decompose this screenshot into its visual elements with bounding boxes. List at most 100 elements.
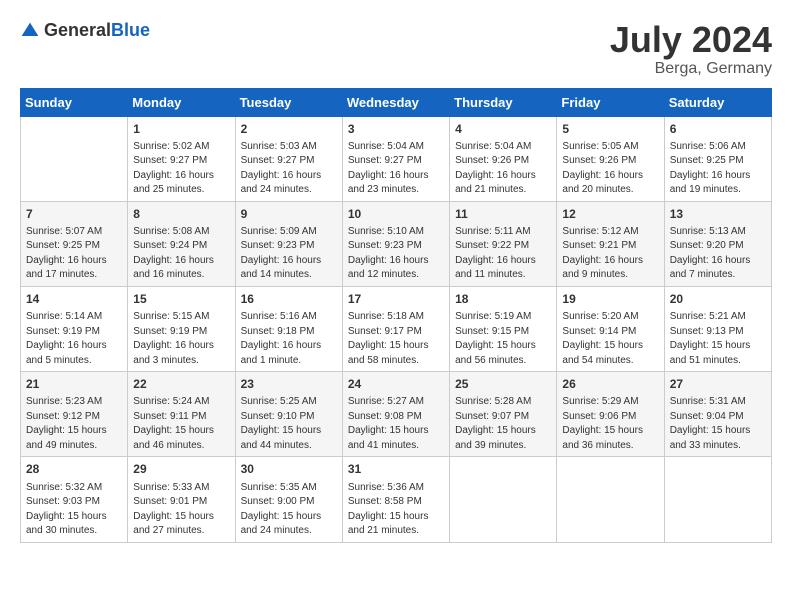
location-subtitle: Berga, Germany — [610, 60, 772, 78]
day-number: 19 — [562, 291, 658, 307]
day-number: 10 — [348, 206, 444, 222]
day-info: Sunrise: 5:04 AM Sunset: 9:26 PM Dayligh… — [455, 141, 536, 196]
day-cell: 14 Sunrise: 5:14 AM Sunset: 9:19 PM Dayli… — [21, 286, 128, 371]
header-cell-tuesday: Tuesday — [235, 88, 342, 116]
day-info: Sunrise: 5:36 AM Sunset: 8:58 PM Dayligh… — [348, 482, 429, 537]
calendar-header: SundayMondayTuesdayWednesdayThursdayFrid… — [21, 88, 772, 116]
day-number: 8 — [133, 206, 229, 222]
day-number: 30 — [241, 461, 337, 477]
header-row: SundayMondayTuesdayWednesdayThursdayFrid… — [21, 88, 772, 116]
day-cell: 29Sunrise: 5:33 AM Sunset: 9:01 PM Dayli… — [128, 457, 235, 542]
day-number: 14 — [26, 291, 122, 307]
day-cell: 23 Sunrise: 5:25 AM Sunset: 9:10 PM Dayli… — [235, 372, 342, 457]
day-cell: 11Sunrise: 5:11 AM Sunset: 9:22 PM Dayli… — [450, 201, 557, 286]
page-header: GeneralBlue July 2024 Berga, Germany — [20, 20, 772, 78]
day-info: Sunrise: 5:02 AM Sunset: 9:27 PM Dayligh… — [133, 141, 214, 196]
day-info: Sunrise: 5:14 AM Sunset: 9:19 PM Dayligh… — [26, 311, 107, 366]
day-number: 17 — [348, 291, 444, 307]
day-number: 2 — [241, 121, 337, 137]
day-cell: 16Sunrise: 5:16 AM Sunset: 9:18 PM Dayli… — [235, 286, 342, 371]
day-info: Sunrise: 5:24 AM Sunset: 9:11 PM Dayligh… — [133, 396, 214, 451]
header-cell-thursday: Thursday — [450, 88, 557, 116]
day-info: Sunrise: 5:28 AM Sunset: 9:07 PM Dayligh… — [455, 396, 536, 451]
day-number: 15 — [133, 291, 229, 307]
day-cell: 18Sunrise: 5:19 AM Sunset: 9:15 PM Dayli… — [450, 286, 557, 371]
header-cell-sunday: Sunday — [21, 88, 128, 116]
day-number: 3 — [348, 121, 444, 137]
day-number: 13 — [670, 206, 766, 222]
day-number: 28 — [26, 461, 122, 477]
header-cell-saturday: Saturday — [664, 88, 771, 116]
week-row-2: 7 Sunrise: 5:07 AM Sunset: 9:25 PM Daylig… — [21, 201, 772, 286]
day-cell: 19 Sunrise: 5:20 AM Sunset: 9:14 PM Dayli… — [557, 286, 664, 371]
day-cell: 31 Sunrise: 5:36 AM Sunset: 8:58 PM Dayli… — [342, 457, 449, 542]
day-number: 1 — [133, 121, 229, 137]
day-cell: 6Sunrise: 5:06 AM Sunset: 9:25 PM Daylig… — [664, 116, 771, 201]
day-info: Sunrise: 5:33 AM Sunset: 9:01 PM Dayligh… — [133, 482, 214, 537]
day-cell: 5Sunrise: 5:05 AM Sunset: 9:26 PM Daylig… — [557, 116, 664, 201]
day-cell: 13 Sunrise: 5:13 AM Sunset: 9:20 PM Dayli… — [664, 201, 771, 286]
day-cell: 26 Sunrise: 5:29 AM Sunset: 9:06 PM Dayli… — [557, 372, 664, 457]
day-info: Sunrise: 5:03 AM Sunset: 9:27 PM Dayligh… — [241, 141, 322, 196]
day-info: Sunrise: 5:13 AM Sunset: 9:20 PM Dayligh… — [670, 226, 751, 281]
day-info: Sunrise: 5:31 AM Sunset: 9:04 PM Dayligh… — [670, 396, 751, 451]
header-cell-friday: Friday — [557, 88, 664, 116]
day-number: 31 — [348, 461, 444, 477]
day-cell: 21Sunrise: 5:23 AM Sunset: 9:12 PM Dayli… — [21, 372, 128, 457]
day-number: 26 — [562, 376, 658, 392]
day-number: 12 — [562, 206, 658, 222]
day-number: 27 — [670, 376, 766, 392]
day-cell: 25 Sunrise: 5:28 AM Sunset: 9:07 PM Dayli… — [450, 372, 557, 457]
week-row-1: 1 Sunrise: 5:02 AM Sunset: 9:27 PM Daylig… — [21, 116, 772, 201]
day-number: 25 — [455, 376, 551, 392]
day-info: Sunrise: 5:07 AM Sunset: 9:25 PM Dayligh… — [26, 226, 107, 281]
header-cell-monday: Monday — [128, 88, 235, 116]
day-cell — [450, 457, 557, 542]
day-number: 4 — [455, 121, 551, 137]
logo-general: General — [44, 20, 111, 40]
day-number: 23 — [241, 376, 337, 392]
day-cell: 4 Sunrise: 5:04 AM Sunset: 9:26 PM Daylig… — [450, 116, 557, 201]
day-number: 21 — [26, 376, 122, 392]
header-cell-wednesday: Wednesday — [342, 88, 449, 116]
day-info: Sunrise: 5:25 AM Sunset: 9:10 PM Dayligh… — [241, 396, 322, 451]
week-row-4: 21Sunrise: 5:23 AM Sunset: 9:12 PM Dayli… — [21, 372, 772, 457]
day-info: Sunrise: 5:29 AM Sunset: 9:06 PM Dayligh… — [562, 396, 643, 451]
month-year-title: July 2024 — [610, 20, 772, 60]
day-cell: 2 Sunrise: 5:03 AM Sunset: 9:27 PM Daylig… — [235, 116, 342, 201]
day-info: Sunrise: 5:06 AM Sunset: 9:25 PM Dayligh… — [670, 141, 751, 196]
day-cell: 10 Sunrise: 5:10 AM Sunset: 9:23 PM Dayli… — [342, 201, 449, 286]
logo-text: GeneralBlue — [44, 20, 150, 41]
day-cell: 15Sunrise: 5:15 AM Sunset: 9:19 PM Dayli… — [128, 286, 235, 371]
day-cell: 20 Sunrise: 5:21 AM Sunset: 9:13 PM Dayli… — [664, 286, 771, 371]
week-row-3: 14 Sunrise: 5:14 AM Sunset: 9:19 PM Dayli… — [21, 286, 772, 371]
day-info: Sunrise: 5:04 AM Sunset: 9:27 PM Dayligh… — [348, 141, 429, 196]
day-cell: 30 Sunrise: 5:35 AM Sunset: 9:00 PM Dayli… — [235, 457, 342, 542]
day-cell — [664, 457, 771, 542]
logo-icon — [20, 21, 40, 41]
day-number: 7 — [26, 206, 122, 222]
day-info: Sunrise: 5:32 AM Sunset: 9:03 PM Dayligh… — [26, 482, 107, 537]
day-info: Sunrise: 5:21 AM Sunset: 9:13 PM Dayligh… — [670, 311, 751, 366]
day-info: Sunrise: 5:35 AM Sunset: 9:00 PM Dayligh… — [241, 482, 322, 537]
day-cell: 12 Sunrise: 5:12 AM Sunset: 9:21 PM Dayli… — [557, 201, 664, 286]
day-cell: 1 Sunrise: 5:02 AM Sunset: 9:27 PM Daylig… — [128, 116, 235, 201]
day-info: Sunrise: 5:11 AM Sunset: 9:22 PM Dayligh… — [455, 226, 536, 281]
day-info: Sunrise: 5:10 AM Sunset: 9:23 PM Dayligh… — [348, 226, 429, 281]
week-row-5: 28 Sunrise: 5:32 AM Sunset: 9:03 PM Dayli… — [21, 457, 772, 542]
day-number: 5 — [562, 121, 658, 137]
day-info: Sunrise: 5:09 AM Sunset: 9:23 PM Dayligh… — [241, 226, 322, 281]
day-info: Sunrise: 5:27 AM Sunset: 9:08 PM Dayligh… — [348, 396, 429, 451]
day-info: Sunrise: 5:12 AM Sunset: 9:21 PM Dayligh… — [562, 226, 643, 281]
day-info: Sunrise: 5:08 AM Sunset: 9:24 PM Dayligh… — [133, 226, 214, 281]
day-cell: 7 Sunrise: 5:07 AM Sunset: 9:25 PM Daylig… — [21, 201, 128, 286]
calendar-body: 1 Sunrise: 5:02 AM Sunset: 9:27 PM Daylig… — [21, 116, 772, 542]
day-info: Sunrise: 5:20 AM Sunset: 9:14 PM Dayligh… — [562, 311, 643, 366]
day-cell: 3 Sunrise: 5:04 AM Sunset: 9:27 PM Daylig… — [342, 116, 449, 201]
day-info: Sunrise: 5:18 AM Sunset: 9:17 PM Dayligh… — [348, 311, 429, 366]
day-number: 24 — [348, 376, 444, 392]
day-info: Sunrise: 5:16 AM Sunset: 9:18 PM Dayligh… — [241, 311, 322, 366]
day-cell: 27 Sunrise: 5:31 AM Sunset: 9:04 PM Dayli… — [664, 372, 771, 457]
logo-blue: Blue — [111, 20, 150, 40]
day-number: 20 — [670, 291, 766, 307]
